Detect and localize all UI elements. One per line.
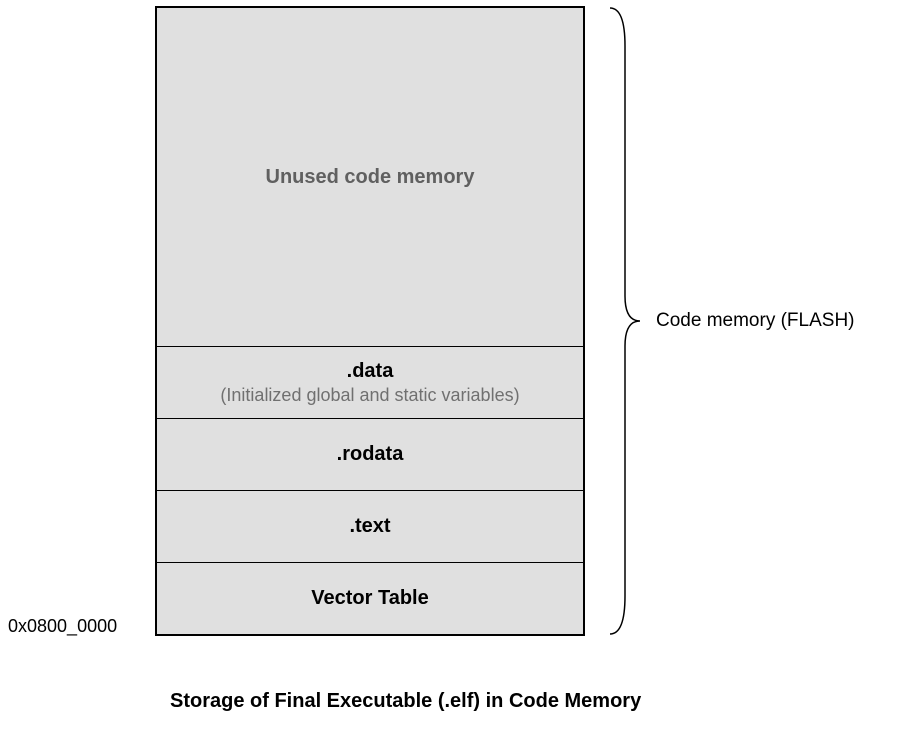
segment-title: Vector Table — [311, 587, 428, 610]
base-address-label: 0x0800_0000 — [8, 616, 117, 637]
curly-brace-icon — [605, 6, 645, 636]
segment-title: .data — [347, 360, 394, 383]
segment-title: Unused code memory — [266, 166, 475, 189]
segment-unused: Unused code memory — [157, 8, 583, 346]
diagram-caption: Storage of Final Executable (.elf) in Co… — [170, 690, 641, 713]
segment-title: .text — [349, 515, 390, 538]
segment-vector-table: Vector Table — [157, 562, 583, 634]
segment-subtitle: (Initialized global and static variables… — [220, 385, 519, 406]
segment-text: .text — [157, 490, 583, 562]
memory-layout-diagram: Vector Table .text .rodata .data (Initia… — [155, 6, 585, 636]
brace-label: Code memory (FLASH) — [656, 310, 855, 332]
segment-data: .data (Initialized global and static var… — [157, 346, 583, 418]
segment-rodata: .rodata — [157, 418, 583, 490]
segment-title: .rodata — [337, 443, 404, 466]
